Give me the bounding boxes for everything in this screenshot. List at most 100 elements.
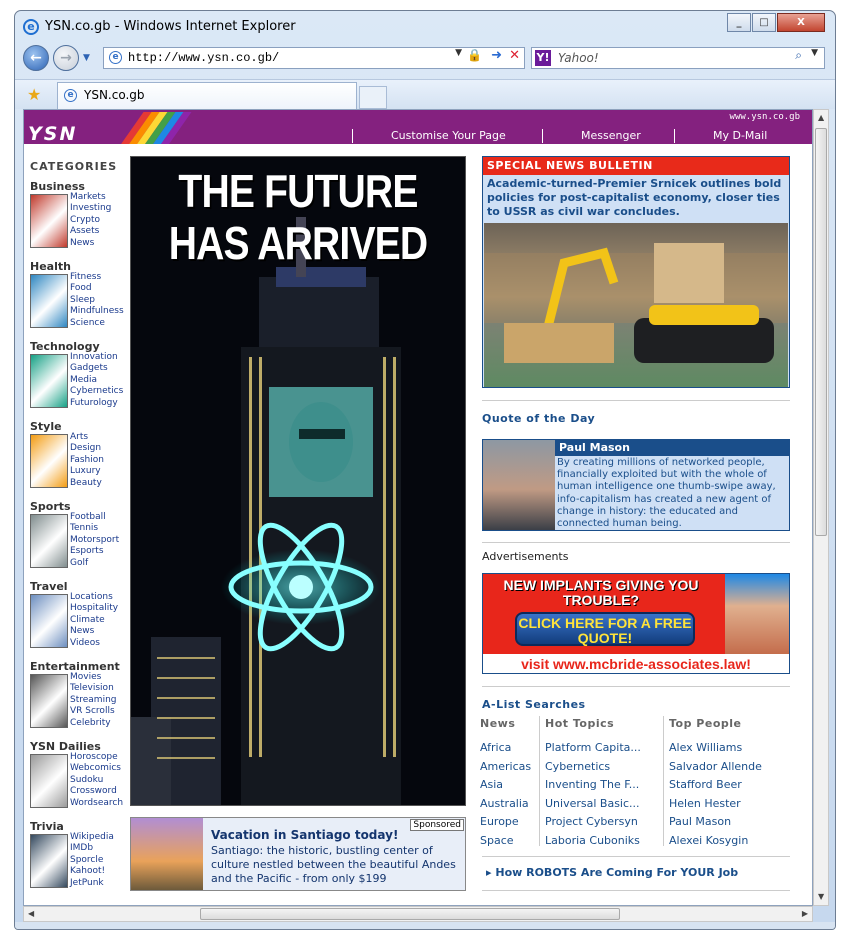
category-thumbnail[interactable] bbox=[30, 754, 68, 808]
site-logo[interactable]: YSN bbox=[28, 123, 77, 145]
category-thumbnail[interactable] bbox=[30, 194, 68, 248]
alist-link[interactable]: Cybernetics bbox=[545, 758, 641, 777]
vertical-scroll-thumb[interactable] bbox=[815, 128, 827, 536]
category-thumbnail[interactable] bbox=[30, 274, 68, 328]
category-link[interactable]: Sporcle bbox=[70, 855, 114, 866]
news-bulletin[interactable]: SPECIAL NEWS BULLETIN Academic-turned-Pr… bbox=[482, 156, 790, 388]
bulletin-headline[interactable]: Academic-turned-Premier Srnicek outlines… bbox=[483, 175, 789, 221]
category-link[interactable]: Football bbox=[70, 512, 119, 523]
minimize-button[interactable]: _ bbox=[727, 13, 751, 32]
category-link[interactable]: Videos bbox=[70, 638, 118, 649]
vertical-scrollbar[interactable]: ▲ ▼ bbox=[813, 109, 829, 906]
category-thumbnail[interactable] bbox=[30, 434, 68, 488]
history-dropdown-icon[interactable]: ▼ bbox=[83, 53, 90, 63]
category-link[interactable]: Food bbox=[70, 283, 124, 294]
category-link[interactable]: Markets bbox=[70, 192, 111, 203]
category-link[interactable]: Investing bbox=[70, 203, 111, 214]
category-thumbnail[interactable] bbox=[30, 674, 68, 728]
search-input[interactable]: Y! Yahoo! ⌕ ▼ bbox=[531, 47, 825, 69]
ad-url[interactable]: visit www.mcbride-associates.law! bbox=[483, 654, 789, 673]
hero-image[interactable]: THE FUTURE HAS ARRIVED bbox=[130, 156, 466, 806]
alist-link[interactable]: Universal Basic... bbox=[545, 795, 641, 814]
back-button[interactable]: ← bbox=[23, 45, 49, 71]
scroll-down-icon[interactable]: ▼ bbox=[818, 892, 824, 901]
category-link[interactable]: Movies bbox=[70, 672, 116, 683]
category-link[interactable]: Futurology bbox=[70, 398, 123, 409]
category-link[interactable]: Arts bbox=[70, 432, 104, 443]
category-link[interactable]: Gadgets bbox=[70, 363, 123, 374]
search-options-icon[interactable]: ▼ bbox=[811, 48, 818, 58]
alist-link[interactable]: Stafford Beer bbox=[669, 776, 762, 795]
alist-link[interactable]: Paul Mason bbox=[669, 813, 762, 832]
category-link[interactable]: Innovation bbox=[70, 352, 123, 363]
alist-link[interactable]: Platform Capita... bbox=[545, 739, 641, 758]
category-link[interactable]: Assets bbox=[70, 226, 111, 237]
alist-link[interactable]: Helen Hester bbox=[669, 795, 762, 814]
category-link[interactable]: Beauty bbox=[70, 478, 104, 489]
category-link[interactable]: JetPunk bbox=[70, 878, 114, 889]
lock-icon[interactable]: 🔒 bbox=[467, 48, 482, 62]
horizontal-scroll-thumb[interactable] bbox=[200, 908, 620, 920]
maximize-button[interactable]: □ bbox=[752, 13, 776, 32]
category-link[interactable]: Fashion bbox=[70, 455, 104, 466]
go-icon[interactable]: ➜ bbox=[491, 48, 502, 63]
alist-link[interactable]: Americas bbox=[480, 758, 531, 777]
robots-link[interactable]: ▸ How ROBOTS Are Coming For YOUR Job bbox=[486, 866, 738, 879]
alist-link[interactable]: Alex Williams bbox=[669, 739, 762, 758]
alist-link[interactable]: Europe bbox=[480, 813, 531, 832]
stop-icon[interactable]: ✕ bbox=[509, 48, 520, 63]
category-link[interactable]: Kahoot! bbox=[70, 866, 114, 877]
favorites-star-icon[interactable]: ★ bbox=[27, 85, 41, 104]
category-link[interactable]: Crossword bbox=[70, 786, 123, 797]
alist-link[interactable]: Laboria Cuboniks bbox=[545, 832, 641, 851]
scroll-left-icon[interactable]: ◀ bbox=[28, 909, 34, 918]
category-link[interactable]: Celebrity bbox=[70, 718, 116, 729]
promo-title[interactable]: Vacation in Santiago today! bbox=[211, 828, 398, 842]
category-thumbnail[interactable] bbox=[30, 594, 68, 648]
alist-link[interactable]: Africa bbox=[480, 739, 531, 758]
category-link[interactable]: Golf bbox=[70, 558, 119, 569]
category-thumbnail[interactable] bbox=[30, 834, 68, 888]
category-link[interactable]: Crypto bbox=[70, 215, 111, 226]
category-link[interactable]: Cybernetics bbox=[70, 386, 123, 397]
alist-link[interactable]: Asia bbox=[480, 776, 531, 795]
category-link[interactable]: Mindfulness bbox=[70, 306, 124, 317]
category-link[interactable]: Streaming bbox=[70, 695, 116, 706]
category-link[interactable]: Luxury bbox=[70, 466, 104, 477]
address-bar[interactable]: e http://www.ysn.co.gb/ ▼ 🔒 ➜ ✕ bbox=[103, 47, 525, 69]
alist-link[interactable]: Australia bbox=[480, 795, 531, 814]
tab-ysn[interactable]: e YSN.co.gb bbox=[57, 82, 357, 109]
category-thumbnail[interactable] bbox=[30, 354, 68, 408]
ad-cta-button[interactable]: CLICK HERE FOR A FREE QUOTE! bbox=[515, 612, 695, 646]
category-link[interactable]: Locations bbox=[70, 592, 118, 603]
category-link[interactable]: News bbox=[70, 238, 111, 249]
new-tab-button[interactable] bbox=[359, 86, 387, 109]
alist-link[interactable]: Project Cybersyn bbox=[545, 813, 641, 832]
category-link[interactable]: Climate bbox=[70, 615, 118, 626]
alist-link[interactable]: Salvador Allende bbox=[669, 758, 762, 777]
category-link[interactable]: Fitness bbox=[70, 272, 124, 283]
scroll-up-icon[interactable]: ▲ bbox=[818, 113, 824, 122]
nav-messenger[interactable]: Messenger bbox=[542, 129, 674, 143]
category-link[interactable]: Esports bbox=[70, 546, 119, 557]
nav-dmail[interactable]: My D-Mail bbox=[674, 129, 812, 143]
alist-link[interactable]: Inventing The F... bbox=[545, 776, 641, 795]
category-link[interactable]: Wordsearch bbox=[70, 798, 123, 809]
category-link[interactable]: Tennis bbox=[70, 523, 119, 534]
category-link[interactable]: Media bbox=[70, 375, 123, 386]
category-link[interactable]: Sudoku bbox=[70, 775, 123, 786]
category-link[interactable]: News bbox=[70, 626, 118, 637]
alist-link[interactable]: Alexei Kosygin bbox=[669, 832, 762, 851]
alist-link[interactable]: Space bbox=[480, 832, 531, 851]
category-link[interactable]: Motorsport bbox=[70, 535, 119, 546]
nav-customise[interactable]: Customise Your Page bbox=[352, 129, 542, 143]
horizontal-scrollbar[interactable]: ◀ ▶ bbox=[23, 906, 813, 922]
sponsored-promo[interactable]: Sponsored Vacation in Santiago today! Sa… bbox=[130, 817, 466, 891]
category-link[interactable]: Sleep bbox=[70, 295, 124, 306]
category-link[interactable]: Wikipedia bbox=[70, 832, 114, 843]
quote-author[interactable]: Paul Mason bbox=[555, 440, 789, 456]
search-icon[interactable]: ⌕ bbox=[795, 48, 802, 63]
category-link[interactable]: Webcomics bbox=[70, 763, 123, 774]
category-link[interactable]: VR Scrolls bbox=[70, 706, 116, 717]
category-link[interactable]: Television bbox=[70, 683, 116, 694]
